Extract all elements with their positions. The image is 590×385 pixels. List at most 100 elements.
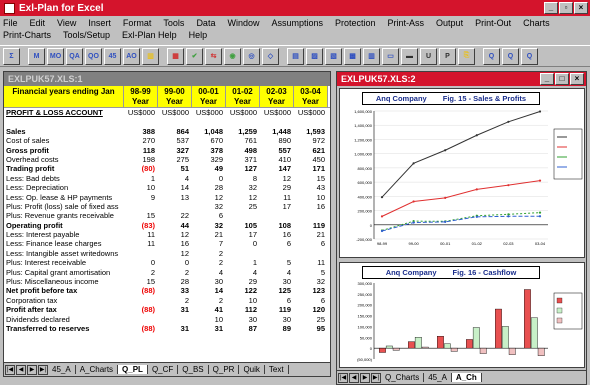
cell[interactable]: 15 (124, 211, 158, 220)
cell[interactable] (124, 249, 158, 258)
cell[interactable]: 31 (192, 324, 226, 333)
toolbar-button[interactable]: QA (66, 47, 83, 65)
cell[interactable]: 89 (260, 324, 294, 333)
close-button[interactable]: × (574, 2, 588, 14)
year-header[interactable]: 01-02 Year (226, 86, 260, 107)
row-label[interactable]: Less: Intangible asset writedowns (4, 249, 124, 258)
tab-quik[interactable]: Quik (239, 365, 265, 374)
toolbar-button[interactable]: ◎ (243, 47, 260, 65)
cell[interactable]: 5 (260, 258, 294, 267)
tab-a-ch[interactable]: A_Ch (451, 373, 482, 382)
cell[interactable] (294, 211, 328, 220)
tab-q-charts[interactable]: Q_Charts (381, 373, 425, 382)
cell[interactable]: 1 (124, 174, 158, 183)
cell[interactable]: 5 (294, 268, 328, 277)
toolbar-button[interactable]: 45 (104, 47, 121, 65)
cell[interactable]: (83) (124, 221, 158, 230)
cell[interactable]: 120 (294, 305, 328, 314)
row-label[interactable]: Corporation tax (4, 296, 124, 305)
toolbar-button[interactable]: U (420, 47, 437, 65)
cell[interactable]: 761 (226, 136, 260, 145)
cell[interactable]: 12 (158, 249, 192, 258)
cell[interactable]: 6 (192, 211, 226, 220)
row-label[interactable]: Net profit before tax (4, 286, 124, 295)
cell[interactable] (158, 202, 192, 211)
cell[interactable] (158, 315, 192, 324)
cell[interactable]: 32 (294, 277, 328, 286)
cell[interactable] (294, 249, 328, 258)
cell[interactable]: 12 (158, 230, 192, 239)
menu-item-charts[interactable]: Charts (523, 17, 550, 29)
cell[interactable] (124, 315, 158, 324)
row-label[interactable]: Cost of sales (4, 136, 124, 145)
cell[interactable]: US$000 (158, 108, 192, 117)
cell[interactable]: 32 (192, 221, 226, 230)
tab-first-button[interactable]: |◀ (338, 372, 348, 383)
cell[interactable]: 6 (294, 239, 328, 248)
menu-item-format[interactable]: Format (123, 17, 152, 29)
cell[interactable]: 11 (294, 258, 328, 267)
toolbar-button[interactable]: ▧ (325, 47, 342, 65)
menu-item-insert[interactable]: Insert (88, 17, 111, 29)
menu-item-data[interactable]: Data (196, 17, 215, 29)
cell[interactable]: 16 (158, 239, 192, 248)
chart-cashflow[interactable]: Anq Company Fig. 16 - Cashflow 300,000 250… (339, 262, 585, 368)
cell[interactable]: 670 (192, 136, 226, 145)
cell[interactable]: 12 (260, 174, 294, 183)
cell[interactable]: 10 (124, 183, 158, 192)
toolbar-button[interactable]: ▦ (167, 47, 184, 65)
year-header[interactable]: 02-03 Year (260, 86, 294, 107)
cell[interactable]: 105 (226, 221, 260, 230)
cell[interactable] (158, 117, 192, 126)
cell[interactable]: 557 (260, 146, 294, 155)
row-label[interactable]: Plus: Revenue grants receivable (4, 211, 124, 220)
menu-item-print-out[interactable]: Print-Out (475, 17, 511, 29)
cell[interactable]: 11 (260, 193, 294, 202)
year-header[interactable]: 99-00 Year (158, 86, 192, 107)
cell[interactable]: 125 (260, 286, 294, 295)
row-label[interactable]: Plus: Profit (loss) sale of fixed ass (4, 202, 124, 211)
cell[interactable]: 410 (260, 155, 294, 164)
cell[interactable] (124, 202, 158, 211)
tab-q-pr[interactable]: Q_PR (208, 365, 240, 374)
cell[interactable]: 147 (260, 164, 294, 173)
row-label[interactable]: Less: Depreciation (4, 183, 124, 192)
cell[interactable]: 2 (192, 249, 226, 258)
row-label[interactable] (4, 117, 124, 126)
row-label[interactable]: Operating profit (4, 221, 124, 230)
cell[interactable]: 4 (226, 268, 260, 277)
cell[interactable]: 2 (158, 268, 192, 277)
cell[interactable] (260, 249, 294, 258)
row-label[interactable]: Trading profit (4, 164, 124, 173)
cell[interactable]: 10 (226, 296, 260, 305)
menu-item-print-charts[interactable]: Print-Charts (3, 29, 51, 41)
cell[interactable] (124, 117, 158, 126)
cell[interactable]: 327 (158, 146, 192, 155)
cell[interactable]: 2 (192, 258, 226, 267)
row-label[interactable]: Plus: Capital grant amortisation (4, 268, 124, 277)
close-button[interactable]: × (570, 73, 584, 85)
toolbar-button[interactable]: ▬ (401, 47, 418, 65)
toolbar-button[interactable]: ◉ (224, 47, 241, 65)
tab-prev-button[interactable]: ◀ (16, 364, 26, 375)
cell[interactable]: 33 (158, 286, 192, 295)
cell[interactable]: 15 (124, 277, 158, 286)
cell[interactable]: 31 (158, 305, 192, 314)
cell[interactable]: US$000 (124, 108, 158, 117)
cell[interactable]: 7 (192, 239, 226, 248)
window-title[interactable]: EXLPUK57.XLS:1 (4, 72, 330, 86)
row-label[interactable]: Plus: Interest receivable (4, 258, 124, 267)
maximize-button[interactable]: □ (555, 73, 569, 85)
cell[interactable]: 1,448 (260, 127, 294, 136)
cell[interactable]: 25 (226, 202, 260, 211)
minimize-button[interactable]: _ (544, 2, 558, 14)
cell[interactable]: 28 (158, 277, 192, 286)
toolbar-button[interactable]: ⇆ (205, 47, 222, 65)
menu-item-edit[interactable]: Edit (30, 17, 46, 29)
cell[interactable]: 1,593 (294, 127, 328, 136)
cell[interactable]: 864 (158, 127, 192, 136)
cell[interactable]: US$000 (260, 108, 294, 117)
cell[interactable]: 108 (260, 221, 294, 230)
cell[interactable]: 112 (226, 305, 260, 314)
cell[interactable]: 329 (192, 155, 226, 164)
